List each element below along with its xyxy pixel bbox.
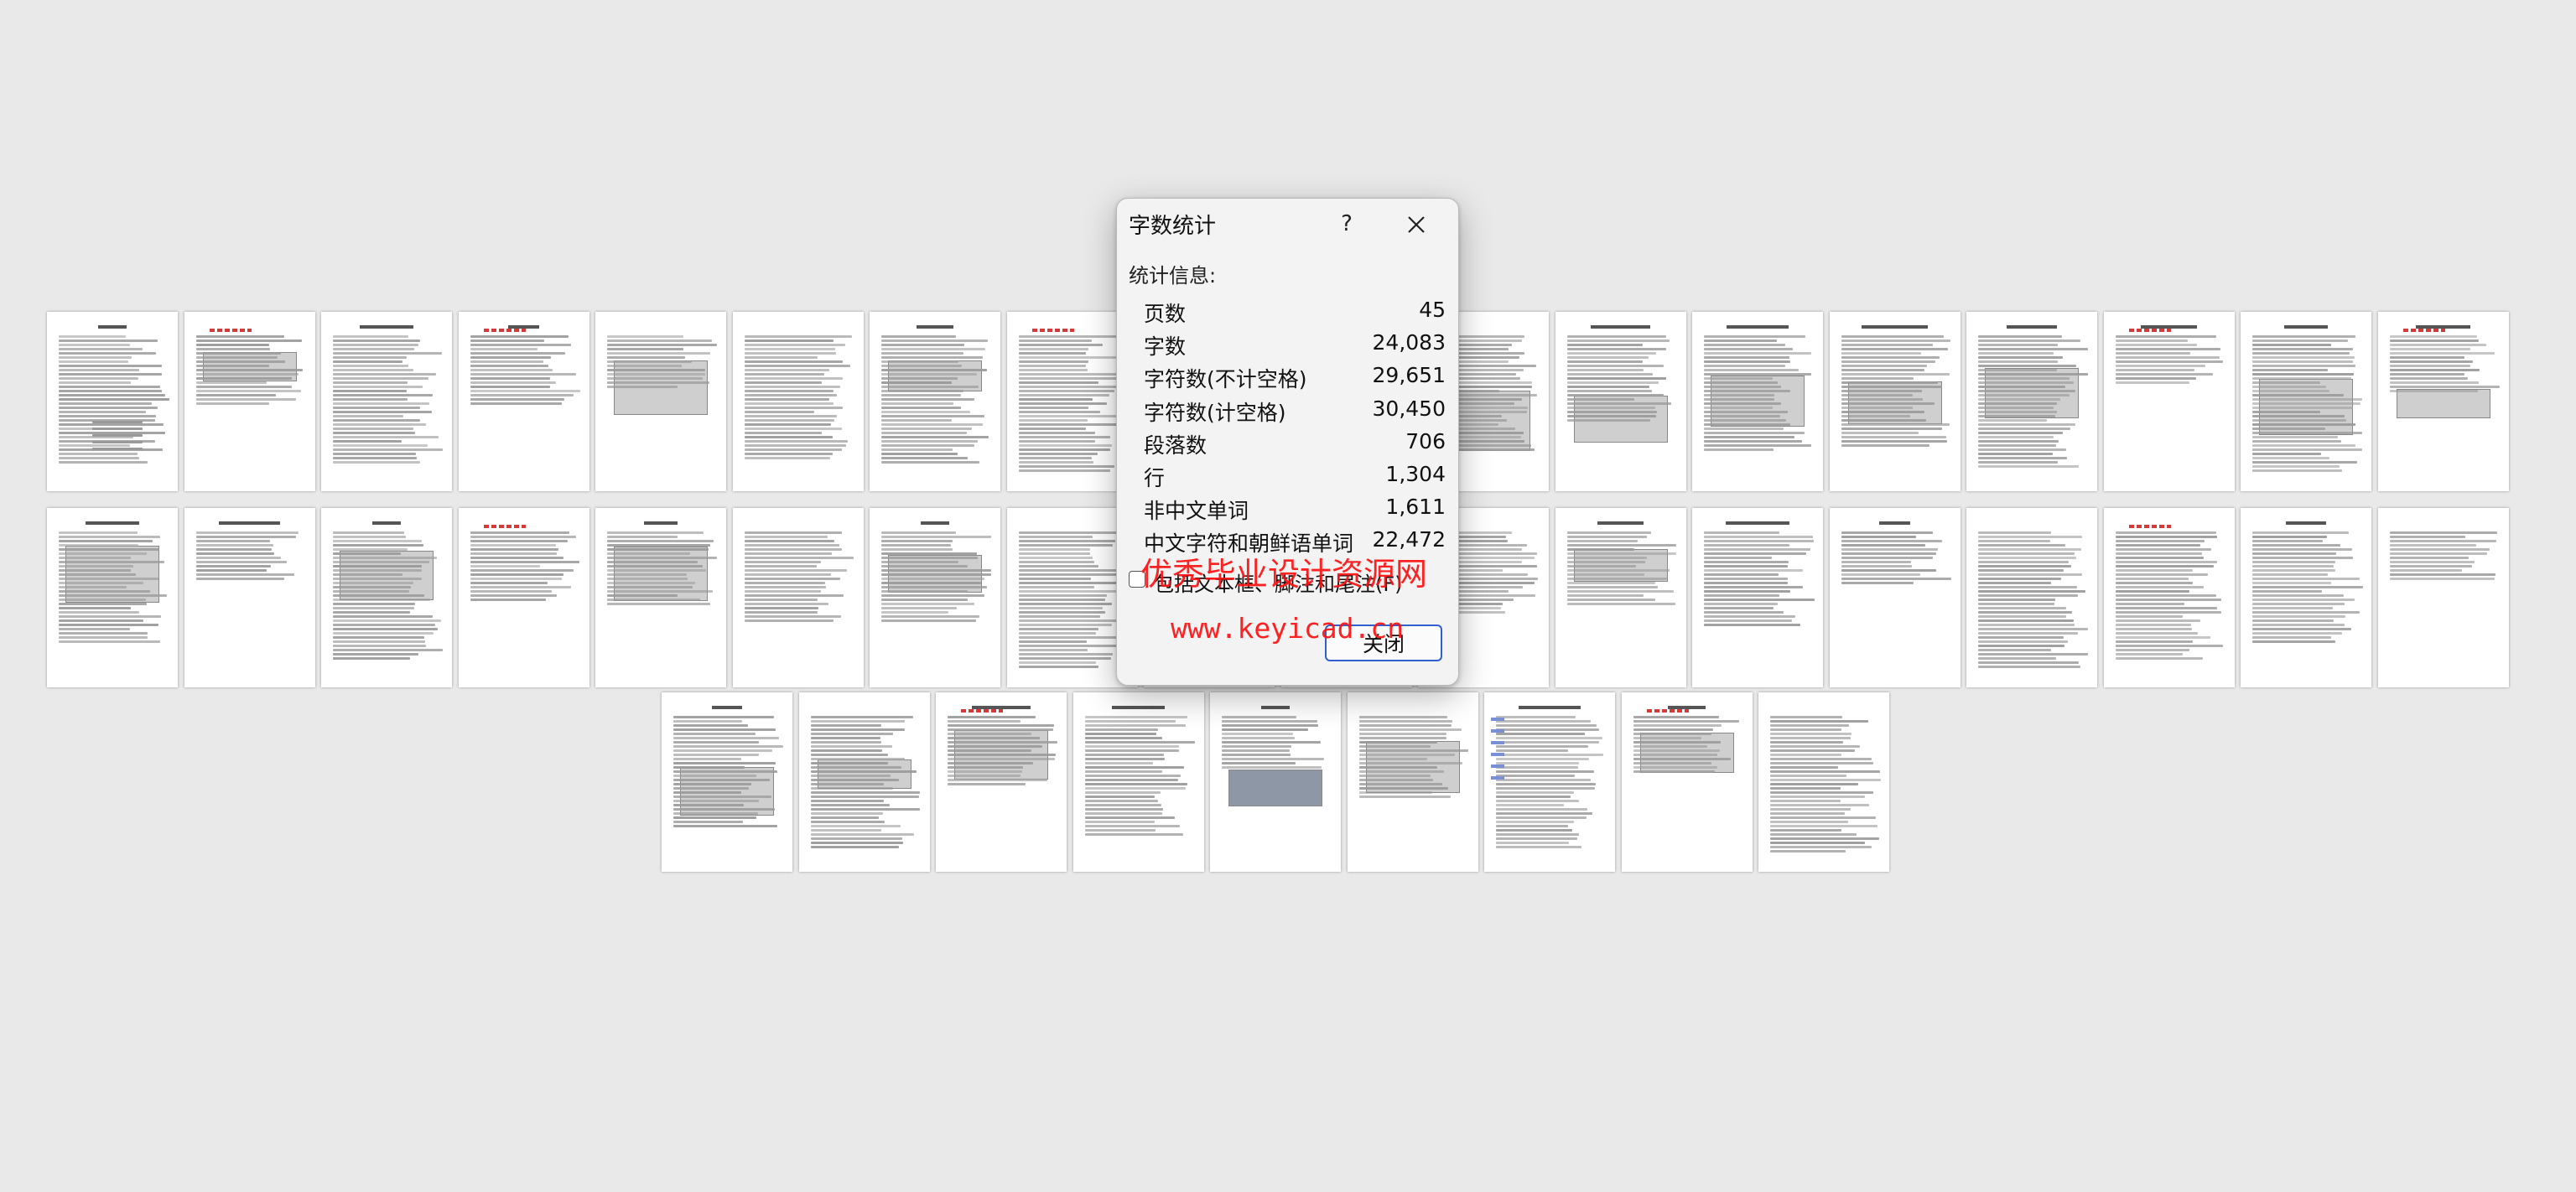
page-thumbnail[interactable] (732, 312, 864, 491)
page-thumbnail[interactable] (1758, 692, 1889, 872)
stat-row-chars-no-spaces: 字符数(不计空格) 29,651 (1144, 363, 1446, 395)
page-thumbnail[interactable] (1347, 692, 1478, 872)
page-thumbnail[interactable] (1966, 312, 2097, 491)
stat-value: 1,304 (1385, 462, 1446, 486)
page-thumbnail[interactable] (732, 508, 864, 687)
stat-label: 页数 (1144, 302, 1187, 326)
watermark-text: 优秀毕业设计资源网 (1140, 556, 1428, 593)
page-thumbnail[interactable] (184, 508, 315, 687)
stat-value: 24,083 (1372, 330, 1446, 355)
page-thumbnail[interactable] (1210, 692, 1341, 872)
page-thumbnail[interactable] (2241, 508, 2371, 687)
dialog-title: 字数统计 (1129, 214, 1217, 239)
page-thumbnail[interactable] (870, 312, 1000, 491)
stat-label: 行 (1144, 466, 1166, 490)
stat-label: 字数 (1144, 334, 1187, 359)
page-thumbnail[interactable] (595, 508, 726, 687)
stat-row-chars-with-spaces: 字符数(计空格) 30,450 (1144, 396, 1446, 428)
stat-value: 706 (1405, 429, 1446, 453)
page-thumbnail[interactable] (1829, 508, 1961, 687)
page-thumbnail[interactable] (936, 692, 1067, 872)
page-thumbnail[interactable] (458, 312, 589, 491)
page-thumbnail[interactable] (2103, 312, 2235, 491)
page-thumbnail[interactable] (870, 508, 1000, 687)
stat-row-pages: 页数 45 (1144, 298, 1446, 329)
stat-label: 非中文单词 (1144, 499, 1249, 523)
stat-value: 1,611 (1385, 495, 1446, 519)
page-thumbnail[interactable] (662, 692, 792, 872)
page-thumbnail[interactable] (458, 508, 589, 687)
stat-row-paragraphs: 段落数 706 (1144, 429, 1446, 461)
page-thumbnail[interactable] (798, 692, 930, 872)
statistics-heading: 统计信息: (1129, 264, 1217, 288)
stat-value: 30,450 (1372, 396, 1446, 421)
stat-value: 29,651 (1372, 363, 1446, 387)
page-thumbnail[interactable] (47, 508, 178, 687)
page-thumbnail[interactable] (1072, 692, 1204, 872)
page-thumbnail[interactable] (2103, 508, 2235, 687)
stat-label: 段落数 (1144, 433, 1208, 458)
watermark-url: www.keyicad.cn (1171, 612, 1405, 645)
page-thumbnail[interactable] (1966, 508, 2097, 687)
page-thumbnail[interactable] (184, 312, 315, 491)
close-icon[interactable] (1395, 207, 1436, 241)
page-thumbnail[interactable] (595, 312, 726, 491)
stat-value: 45 (1419, 298, 1446, 322)
page-thumbnail[interactable] (1555, 508, 1686, 687)
page-thumbnail[interactable] (1829, 312, 1961, 491)
page-thumbnail[interactable] (2377, 508, 2509, 687)
page-thumbnail[interactable] (1692, 312, 1823, 491)
page-thumbnail[interactable] (1555, 312, 1686, 491)
stat-row-words: 字数 24,083 (1144, 330, 1446, 362)
stat-label: 字符数(不计空格) (1144, 367, 1307, 391)
help-button[interactable]: ? (1328, 207, 1365, 241)
page-thumbnail[interactable] (321, 312, 452, 491)
page-thumbnail[interactable] (321, 508, 452, 687)
stat-row-non-chinese-words: 非中文单词 1,611 (1144, 495, 1446, 526)
page-thumbnail[interactable] (1621, 692, 1753, 872)
stat-label: 字符数(计空格) (1144, 401, 1286, 425)
page-thumbnail[interactable] (1484, 692, 1615, 872)
page-thumbnail[interactable] (2241, 312, 2371, 491)
stat-row-lines: 行 1,304 (1144, 462, 1446, 494)
page-thumbnail[interactable] (1692, 508, 1823, 687)
page-thumbnail[interactable] (2377, 312, 2509, 491)
page-thumbnail[interactable] (47, 312, 178, 491)
